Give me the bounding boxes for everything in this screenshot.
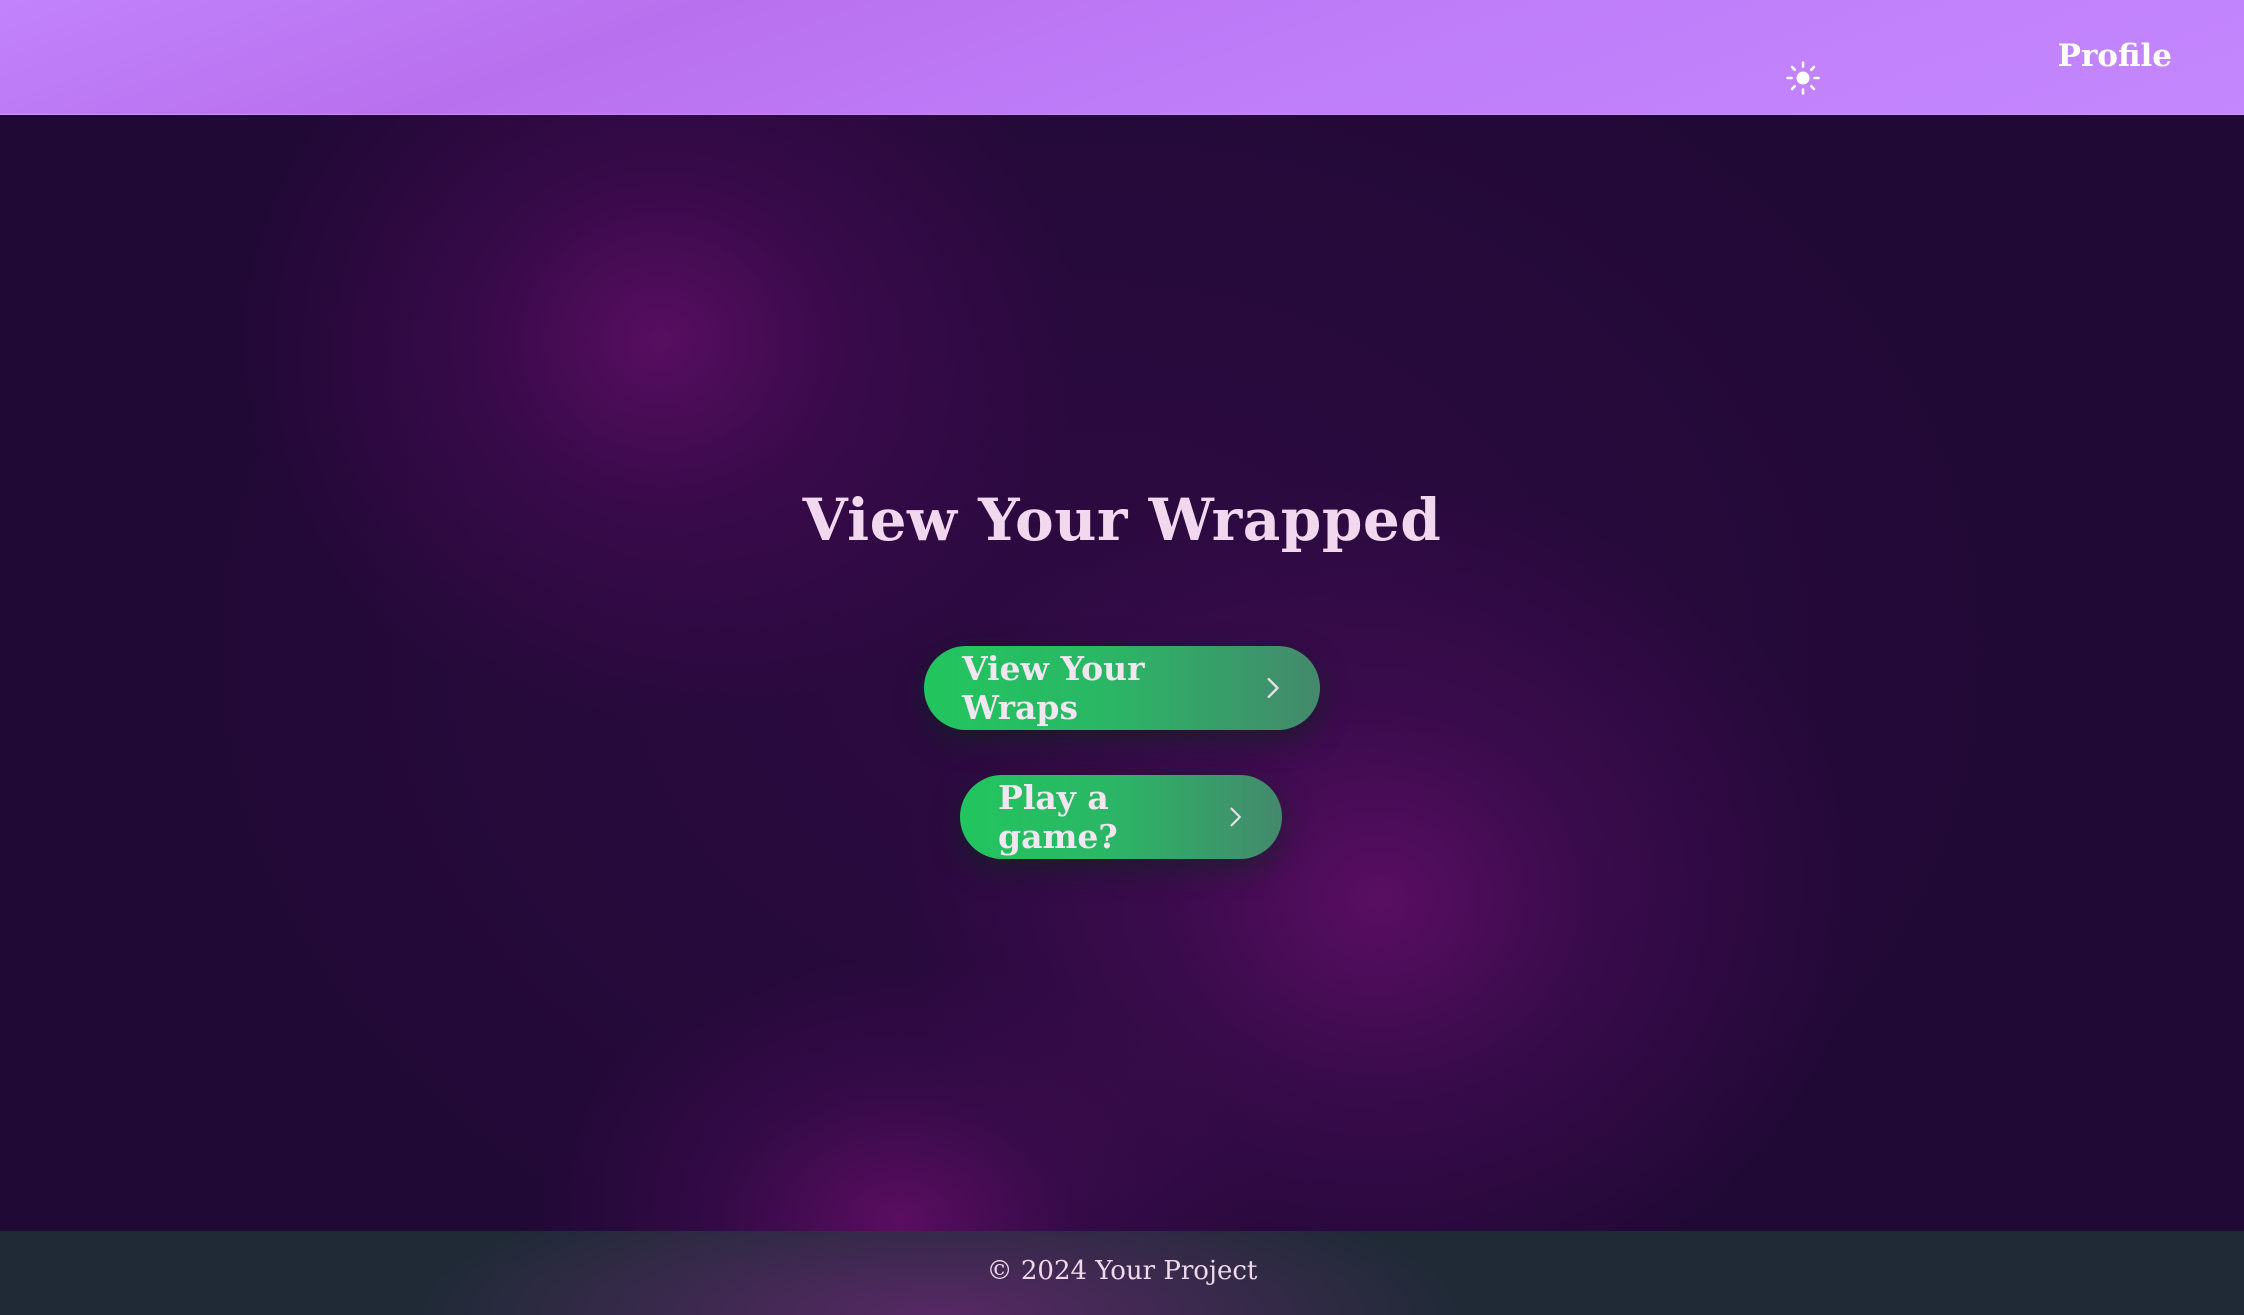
theme-toggle-button[interactable]: [1785, 60, 1821, 96]
top-navbar: Profile: [0, 0, 2244, 115]
play-a-game-button[interactable]: Play a game?: [960, 775, 1282, 859]
page-title: View Your Wrapped: [802, 486, 1442, 554]
footer: © 2024 Your Project: [0, 1231, 2244, 1315]
view-your-wraps-button[interactable]: View Your Wraps: [924, 646, 1320, 730]
play-a-game-label: Play a game?: [998, 778, 1118, 856]
chevron-right-icon: [1230, 807, 1241, 827]
hero-section: View Your Wrapped View Your Wraps Play a…: [0, 114, 2244, 1231]
footer-copyright: © 2024 Your Project: [986, 1256, 1258, 1286]
profile-link[interactable]: Profile: [2058, 38, 2172, 74]
sun-icon: [1786, 61, 1820, 95]
chevron-right-icon: [1267, 677, 1279, 699]
view-your-wraps-label: View Your Wraps: [962, 649, 1145, 727]
